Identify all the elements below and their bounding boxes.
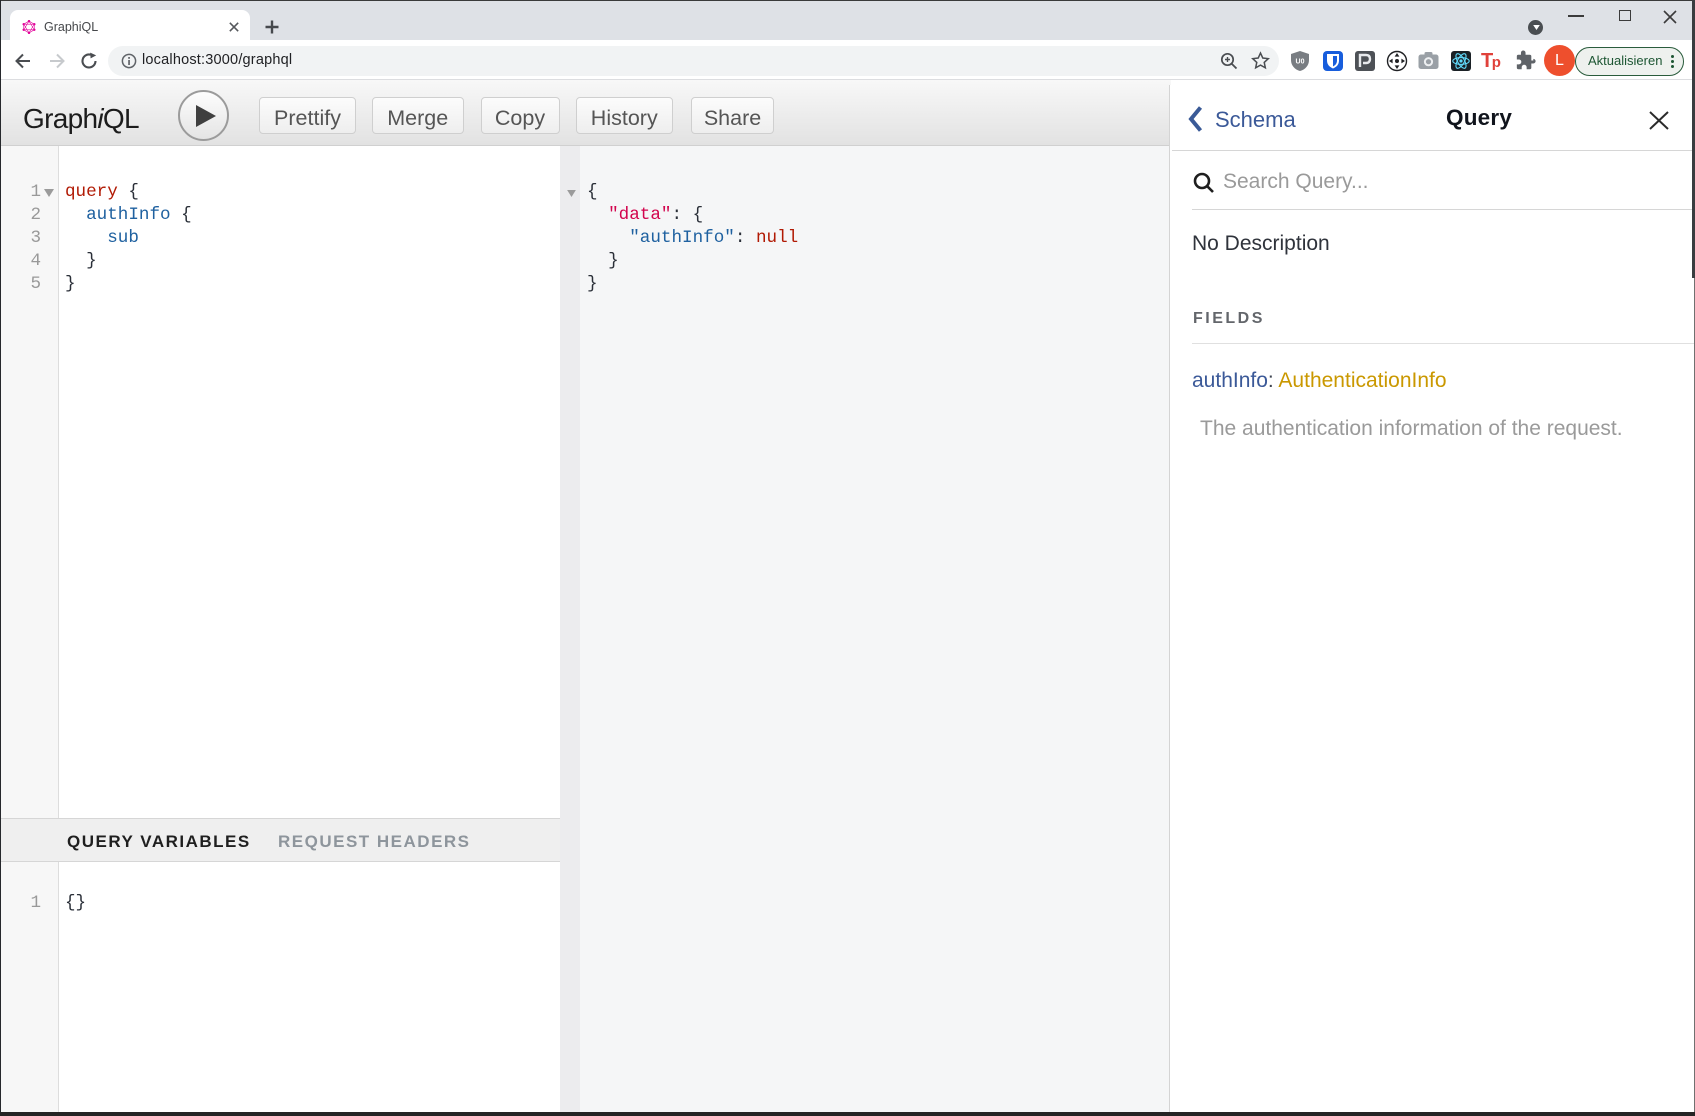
svg-text:U0: U0 bbox=[1296, 59, 1305, 66]
